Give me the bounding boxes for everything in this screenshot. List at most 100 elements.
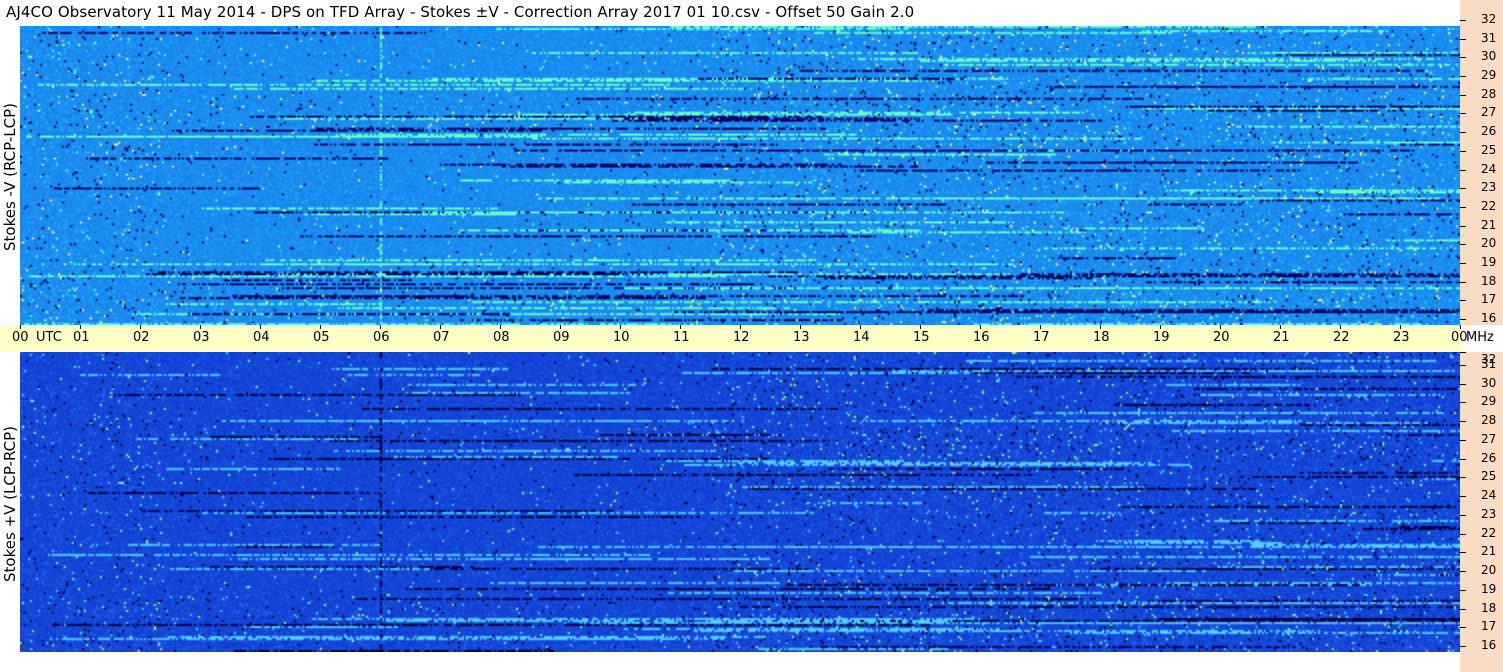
freq-tick-mark xyxy=(1460,364,1466,366)
utc-tick-label: 21 xyxy=(1273,330,1290,345)
utc-tick-label: 01 xyxy=(73,330,90,345)
top-panel-ylabel: Stokes -V (RCP-LCP) xyxy=(1,103,19,251)
freq-tick-mark xyxy=(1460,571,1466,572)
freq-tick-label: 24 xyxy=(1481,488,1497,502)
utc-tick-mark xyxy=(680,325,681,329)
utc-tick-mark xyxy=(80,325,81,329)
utc-tick-mark xyxy=(980,325,981,329)
utc-tick-label: 18 xyxy=(1093,330,1110,345)
freq-tick-label: 18 xyxy=(1481,600,1497,615)
utc-tick-mark xyxy=(140,325,141,329)
utc-tick-mark xyxy=(1460,325,1461,329)
freq-tick-mark xyxy=(1460,589,1466,591)
spectrogram-bottom-canvas xyxy=(20,352,1460,652)
freq-tick-label: 26 xyxy=(1481,124,1497,139)
freq-tick-label: 19 xyxy=(1481,254,1497,269)
freq-tick-mark xyxy=(1460,38,1466,40)
utc-tick-label: 16 xyxy=(973,330,990,345)
utc-tick-mark xyxy=(260,325,261,329)
freq-tick-label: 30 xyxy=(1481,375,1497,390)
freq-tick-mark xyxy=(1460,94,1466,96)
freq-tick-label: 21 xyxy=(1481,217,1497,232)
freq-tick-label: 28 xyxy=(1481,413,1497,427)
freq-tick-mark xyxy=(1460,352,1466,353)
freq-tick-mark xyxy=(1460,514,1466,516)
utc-tick-label: 06 xyxy=(373,330,390,345)
utc-tick-mark xyxy=(1220,325,1221,329)
utc-tick-label: 05 xyxy=(313,330,330,345)
utc-tick-mark xyxy=(800,325,801,329)
freq-tick-label: 19 xyxy=(1481,581,1497,596)
freq-tick-mark xyxy=(1460,300,1466,302)
freq-tick-label: 16 xyxy=(1481,311,1497,325)
spectrogram-bottom xyxy=(20,352,1460,652)
freq-tick-mark xyxy=(1460,439,1466,441)
freq-tick-label: 18 xyxy=(1481,273,1497,288)
freq-tick-mark xyxy=(1460,206,1466,208)
page-title: AJ4CO Observatory 11 May 2014 - DPS on T… xyxy=(6,3,915,21)
utc-tick-label: 07 xyxy=(433,330,450,345)
freq-tick-mark xyxy=(1460,188,1466,190)
freq-tick-mark xyxy=(1460,552,1466,554)
freq-tick-mark xyxy=(1460,383,1466,385)
utc-tick-mark xyxy=(380,325,381,329)
freq-tick-label: 32 xyxy=(1481,352,1497,366)
bottom-panel-ylabel: Stokes +V (LCP-RCP) xyxy=(1,426,19,582)
freq-tick-mark xyxy=(1460,20,1466,21)
utc-tick-mark xyxy=(1100,325,1101,329)
utc-tick-mark xyxy=(1340,325,1341,329)
utc-tick-label: 20 xyxy=(1213,330,1230,345)
freq-tick-label: 22 xyxy=(1481,198,1497,213)
freq-tick-label: 21 xyxy=(1481,544,1497,559)
mhz-unit-label: MHz xyxy=(1466,330,1494,345)
spectrogram-top-canvas xyxy=(20,26,1460,325)
utc-tick-label: 17 xyxy=(1033,330,1050,345)
freq-tick-mark xyxy=(1460,646,1466,647)
freq-tick-mark xyxy=(1460,281,1466,283)
freq-tick-label: 26 xyxy=(1481,450,1497,465)
freq-tick-label: 29 xyxy=(1481,394,1497,409)
utc-axis-label: UTC xyxy=(36,330,62,345)
utc-tick-mark xyxy=(860,325,861,329)
utc-tick-label: 12 xyxy=(733,330,750,345)
utc-tick-mark xyxy=(560,325,561,329)
freq-tick-mark xyxy=(1460,402,1466,404)
freq-tick-mark xyxy=(1460,169,1466,171)
utc-tick-label: 13 xyxy=(793,330,810,345)
utc-tick-mark xyxy=(1160,325,1161,329)
freq-tick-label: 29 xyxy=(1481,68,1497,83)
freq-tick-mark xyxy=(1460,225,1466,227)
utc-tick-label: 14 xyxy=(853,330,870,345)
freq-tick-mark xyxy=(1460,132,1466,134)
utc-tick-label: 09 xyxy=(553,330,570,345)
freq-tick-label: 27 xyxy=(1481,431,1497,446)
freq-tick-mark xyxy=(1460,496,1466,497)
freq-tick-label: 23 xyxy=(1481,506,1497,521)
freq-tick-mark xyxy=(1460,57,1466,59)
freq-tick-label: 30 xyxy=(1481,49,1497,64)
freq-tick-mark xyxy=(1460,533,1466,535)
utc-tick-mark xyxy=(20,325,21,329)
utc-tick-mark xyxy=(740,325,741,329)
freq-tick-label: 32 xyxy=(1481,12,1497,26)
freq-tick-mark xyxy=(1460,150,1466,152)
utc-tick-label: 08 xyxy=(493,330,510,345)
utc-tick-label: 03 xyxy=(193,330,210,345)
utc-tick-mark xyxy=(320,325,321,329)
freq-tick-mark xyxy=(1460,244,1466,246)
utc-tick-mark xyxy=(620,325,621,329)
utc-tick-label: 15 xyxy=(913,330,930,345)
freq-tick-label: 27 xyxy=(1481,105,1497,120)
freq-tick-mark xyxy=(1460,76,1466,78)
utc-tick-mark xyxy=(200,325,201,329)
freq-tick-label: 16 xyxy=(1481,638,1497,652)
freq-tick-label: 20 xyxy=(1481,236,1497,251)
freq-tick-label: 22 xyxy=(1481,525,1497,540)
freq-tick-label: 17 xyxy=(1481,292,1497,307)
utc-tick-label: 19 xyxy=(1153,330,1170,345)
freq-tick-label: 25 xyxy=(1481,469,1497,484)
freq-tick-label: 25 xyxy=(1481,142,1497,157)
utc-tick-mark xyxy=(1400,325,1401,329)
utc-tick-label: 23 xyxy=(1393,330,1410,345)
freq-tick-label: 24 xyxy=(1481,161,1497,176)
